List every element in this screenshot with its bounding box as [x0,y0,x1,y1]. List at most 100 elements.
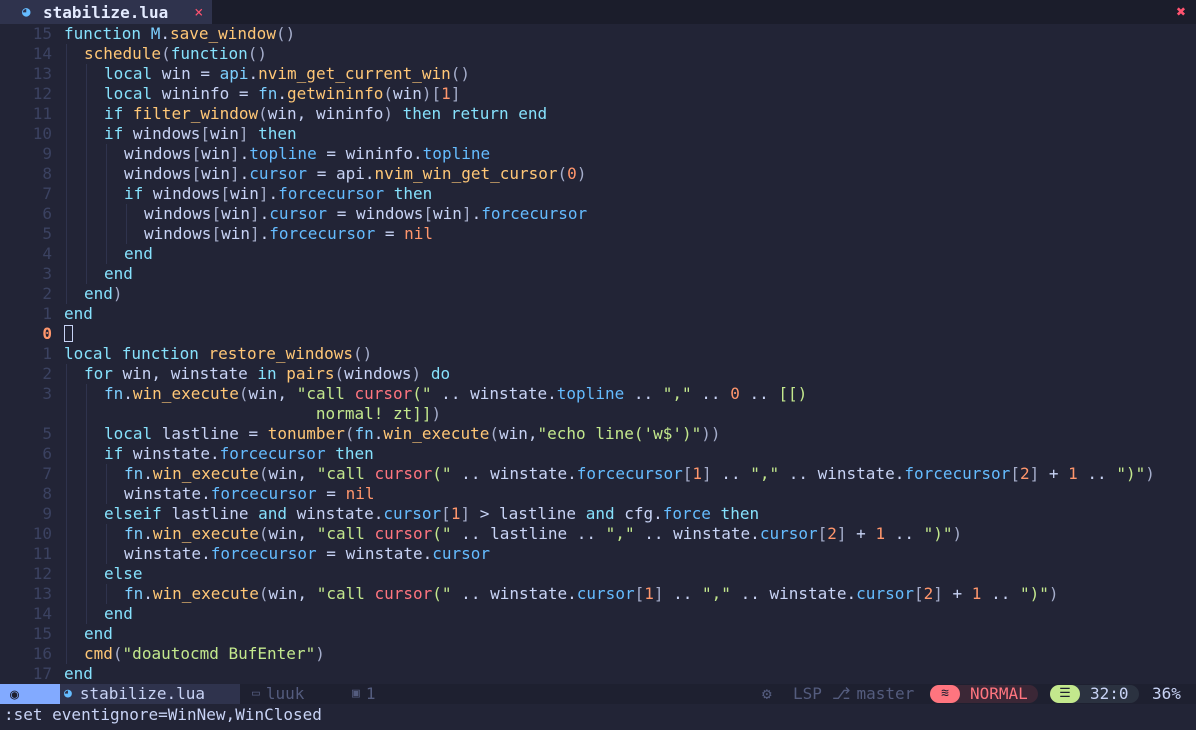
code-token: = api. [307,164,375,183]
code-text [64,324,73,344]
line-number: 14 [32,604,52,623]
code-token: ( [258,524,269,543]
code-token: winstate. [124,484,211,503]
line-number: 2 [42,364,52,383]
code-token: .. [1077,464,1117,483]
code-text: fn.win_execute(win, "call cursor(" .. la… [124,524,962,544]
code-token: getwininfo [287,84,384,103]
code-token: "," [702,584,731,603]
code-token: "echo line('w$')" [537,424,702,443]
code-token: .. [739,384,779,403]
code-token: .. winstate. [431,384,557,403]
code-text: end [104,604,133,624]
tab-close-icon[interactable]: × [194,3,203,21]
code-token: ) [1145,464,1155,483]
code-token: (" [432,524,452,543]
code-token: cmd [84,644,113,663]
code-token: windows [144,224,212,243]
indent-guide [126,224,127,244]
code-token: forcecursor [219,444,326,463]
code-token: winstate. [124,544,211,563]
code-token: cursor [432,544,491,563]
folder-icon: ▭ [252,686,260,701]
line-number: 13 [32,64,52,83]
code-token: [[) [778,384,808,403]
code-token: filter_window [132,104,259,123]
code-token: ] [229,144,240,163]
indent-guide [86,564,87,584]
code-token: tonumber [267,424,345,443]
code-token: 2 [827,524,837,543]
code-token: forcecursor [210,544,317,563]
indent-guide [86,584,87,604]
code-token: topline [249,144,317,163]
line-number: 8 [42,164,52,183]
indent-guide [66,404,67,424]
code-token: win, [248,384,297,403]
indent-guide [86,244,87,264]
code-token: cursor [374,464,433,483]
code-text: local function restore_windows() [64,344,372,364]
neovim-icon: ◉ [0,684,60,704]
window-close-icon[interactable]: ✖ [1176,2,1186,21]
code-token: . [259,204,270,223]
code-token: schedule [84,44,162,63]
indent-guide [106,244,107,264]
indent-guide [66,584,67,604]
statusline-buffers: ▣ 1 [352,684,375,704]
code-token: win [433,204,462,223]
code-token: 1 [971,584,982,603]
code-text: local win = api.nvim_get_current_win() [104,64,470,84]
line-number: 15 [32,24,52,43]
code-token: win [393,84,422,103]
code-token: .. winstate. [730,584,857,603]
code-token: ] [1029,464,1040,483]
code-token: local [104,64,162,83]
indent-guide [66,624,67,644]
indent-guide [86,164,87,184]
code-token: = winstate. [316,544,433,563]
indent-guide [66,424,67,444]
code-text: if filter_window(win, wininfo) then retu… [104,104,547,124]
code-token: ) [112,284,123,303]
code-text: fn.win_execute(win, "call cursor(" .. wi… [104,384,807,404]
indent-guide [86,84,87,104]
code-token: .. [711,464,751,483]
command-line[interactable]: :set eventignore=WinNew,WinClosed [0,704,1196,730]
code-token: in [257,364,287,383]
code-text: if winstate.forcecursor then [104,444,374,464]
code-text: cmd("doautocmd BufEnter") [84,644,325,664]
code-token: .. [691,384,731,403]
code-token: cursor [856,584,914,603]
lua-icon: ◕ [22,4,31,20]
code-text: local lastline = tonumber (fn.win_execute… [104,424,721,444]
code-token: "call [316,524,375,543]
indent-guide [86,224,87,244]
line-number: 8 [42,484,52,503]
code-token: .. [981,584,1020,603]
code-token: () [247,44,268,63]
code-token: ( [334,364,345,383]
code-token: [ [211,224,222,243]
statusline-file: ◕ stabilize.lua [60,684,240,704]
code-token: topline [556,384,625,403]
code-token: win, [268,524,317,543]
indent-guide [66,544,67,564]
code-token: win, [268,464,317,483]
code-token: fn [258,84,278,103]
code-token: . [143,464,153,483]
code-editor[interactable]: 15 function M.save_window() 14 schedule(fun… [0,24,1196,684]
line-number: 14 [32,44,52,63]
code-token: .. [624,384,663,403]
code-token: ( [258,104,268,123]
tabline: ◕ stabilize.lua × ✖ [0,0,1196,24]
code-text: end [104,264,133,284]
code-token: then [325,444,374,463]
code-token: ] [258,184,269,203]
tab-stabilize-lua[interactable]: ◕ stabilize.lua × [0,0,212,24]
code-token: ( [557,164,568,183]
code-token: = [316,484,346,503]
code-token: + [942,584,972,603]
scroll-percent: 36% [1152,684,1181,703]
mode-label: NORMAL [970,684,1028,703]
